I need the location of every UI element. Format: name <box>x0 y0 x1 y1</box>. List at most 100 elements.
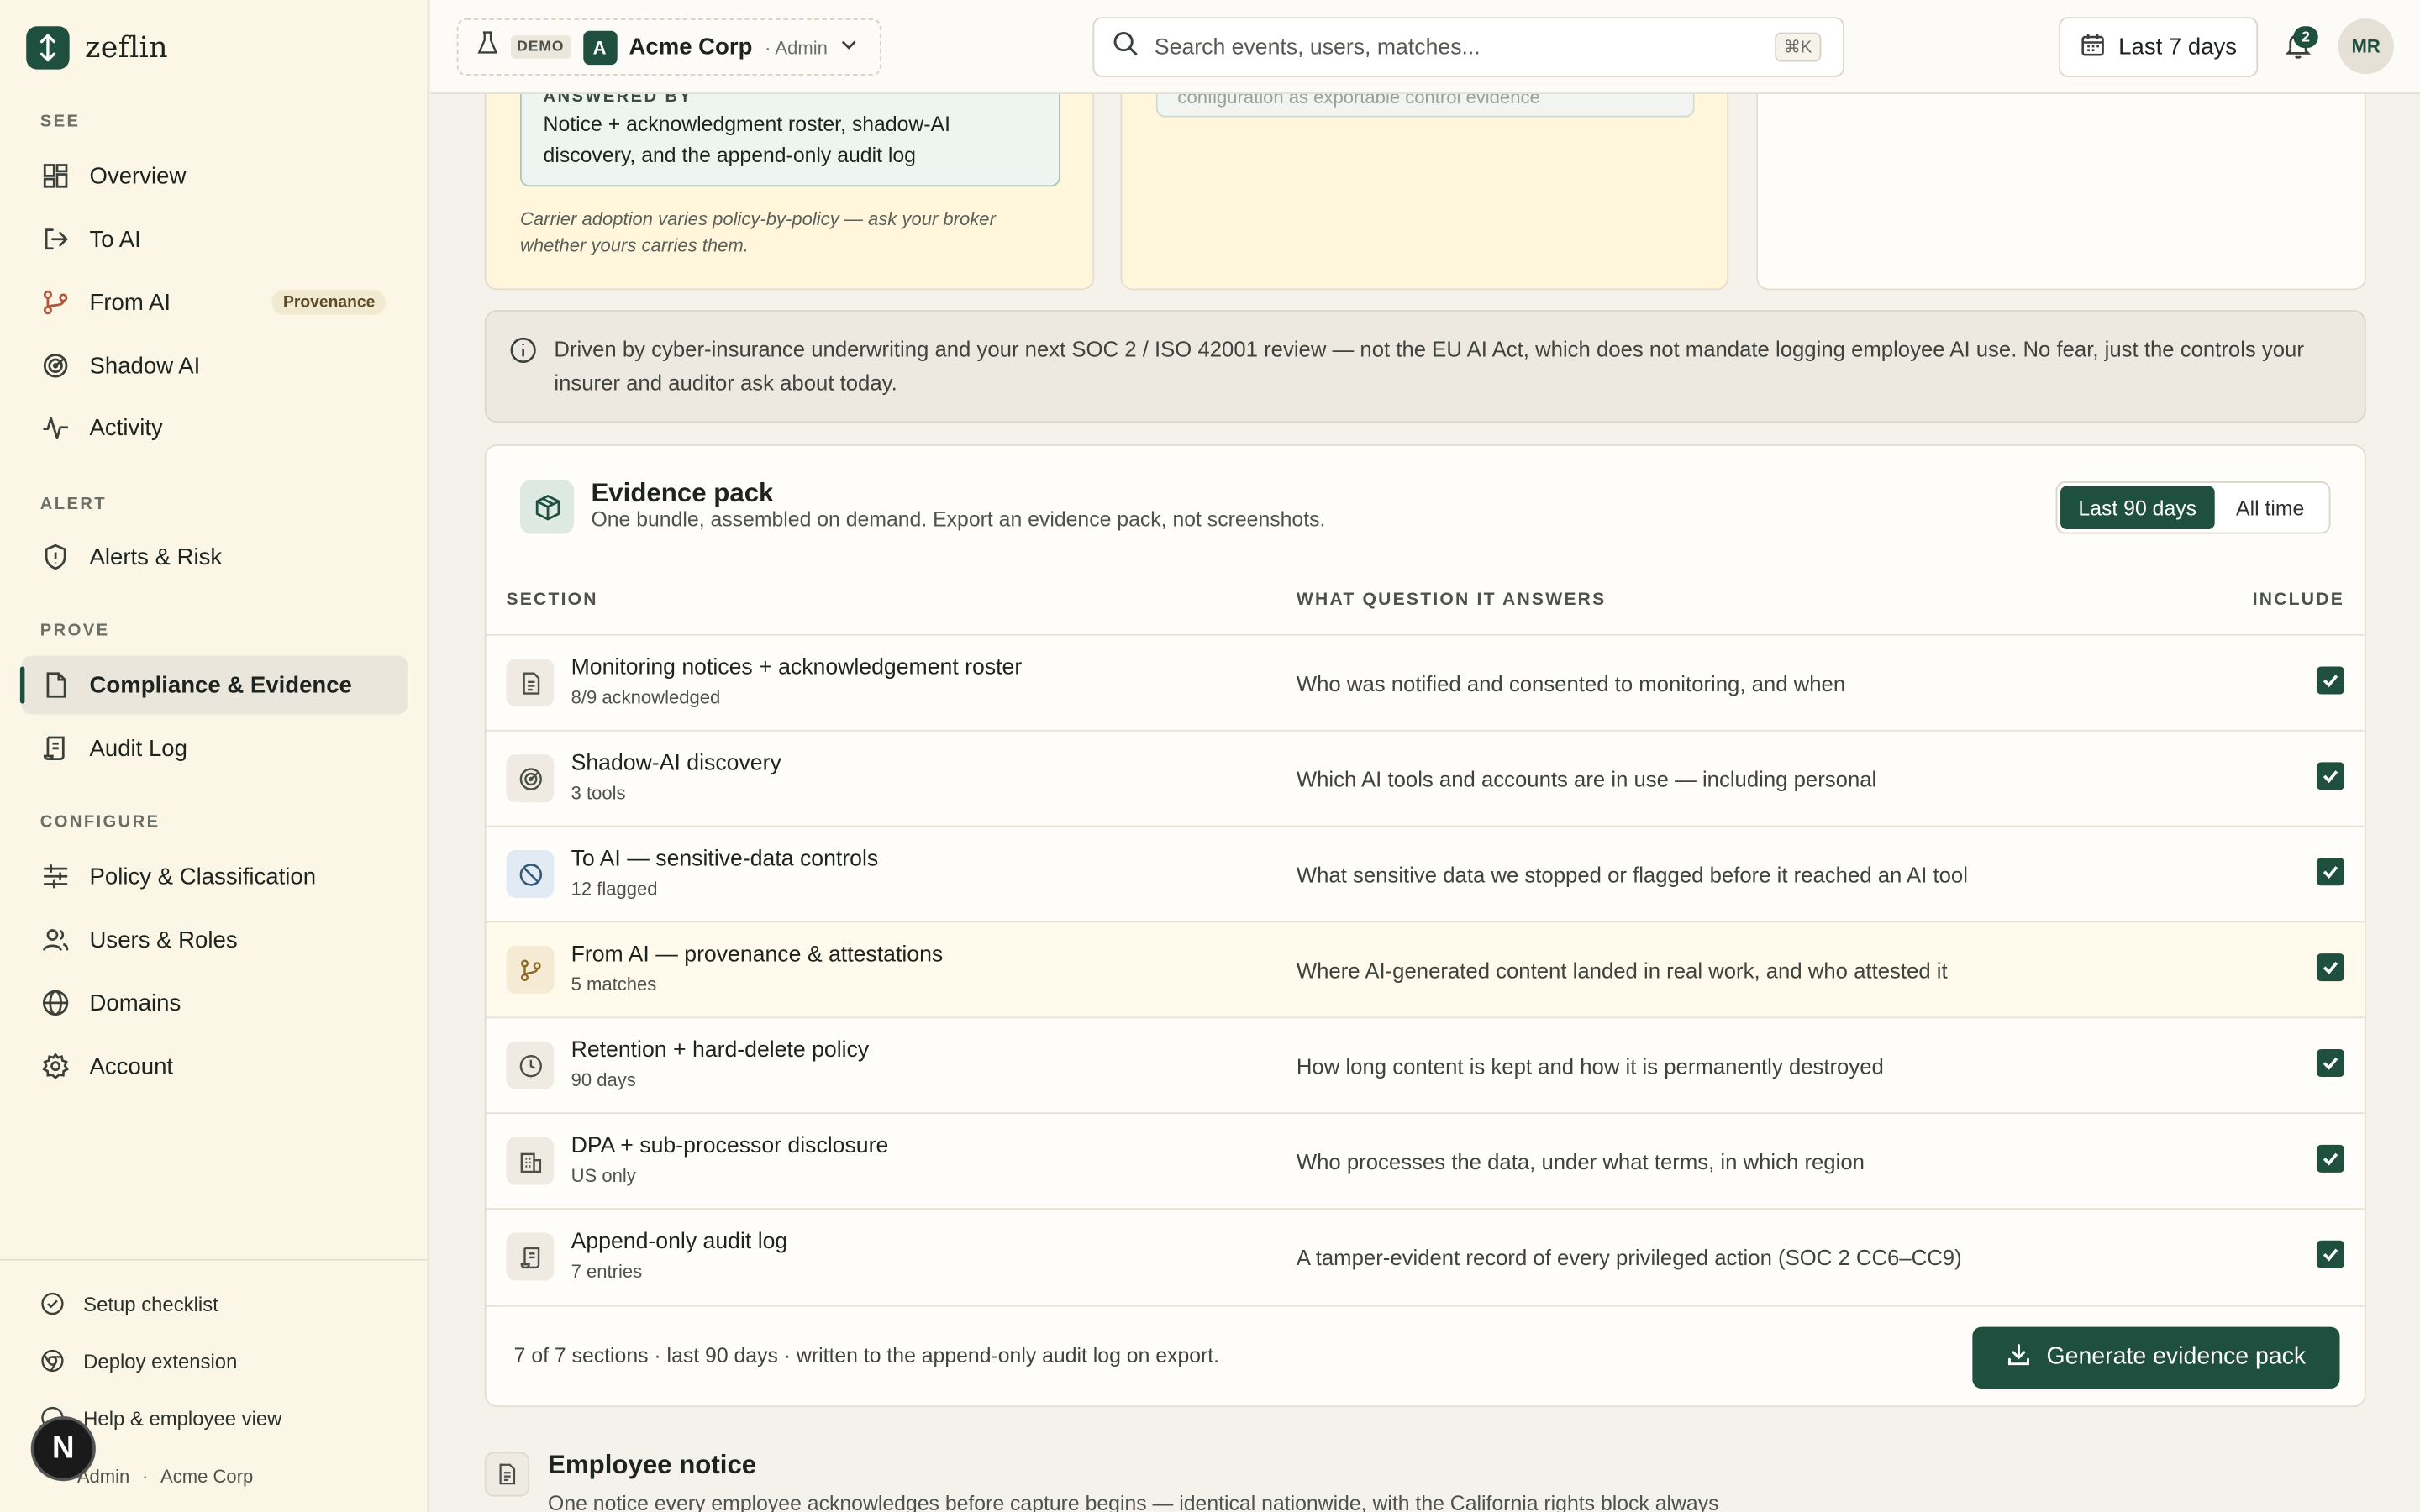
provenance-badge: Provenance <box>272 290 387 315</box>
table-row: Monitoring notices + acknowledgement ros… <box>486 633 2365 730</box>
row-meta: 3 tools <box>571 782 626 804</box>
range-toggle: Last 90 days All time <box>2055 481 2331 534</box>
date-range-label: Last 7 days <box>2118 34 2238 60</box>
building-icon <box>506 1137 555 1185</box>
search-input[interactable]: Search events, users, matches... ⌘K <box>1092 17 1844 77</box>
date-range-button[interactable]: Last 7 days <box>2059 17 2259 77</box>
coverage-card-right <box>1756 94 2366 291</box>
row-meta: 5 matches <box>571 973 657 995</box>
user-org: Acme Corp <box>160 1465 254 1488</box>
sidebar-item-label: Alerts & Risk <box>89 543 223 570</box>
main-content: ANSWERED BY Notice + acknowledgment rost… <box>430 94 2420 1512</box>
include-checkbox[interactable] <box>2316 1048 2345 1078</box>
row-question: Where AI-generated content landed in rea… <box>1296 958 1948 983</box>
block-icon <box>506 850 555 898</box>
check-circle-icon <box>40 1291 65 1315</box>
sidebar-item-policy[interactable]: Policy & Classification <box>22 847 408 906</box>
row-question: Which AI tools and accounts are in use —… <box>1296 766 1877 792</box>
chrome-icon <box>40 1348 65 1373</box>
sidebar-footer <box>0 1258 429 1261</box>
sliders-icon <box>40 861 71 892</box>
evidence-pack-subtitle: One bundle, assembled on demand. Export … <box>591 507 1326 531</box>
context-notice: Driven by cyber-insurance underwriting a… <box>484 310 2366 423</box>
sidebar: zeflin SEE Overview To AI From AI Proven… <box>0 0 429 1512</box>
sidebar-item-to-ai[interactable]: To AI <box>22 210 408 269</box>
range-option-all-time[interactable]: All time <box>2214 486 2326 529</box>
sidebar-item-shadow-ai[interactable]: Shadow AI <box>22 336 408 395</box>
table-row: DPA + sub-processor disclosure US only W… <box>486 1112 2365 1208</box>
avatar-letter: N <box>52 1431 75 1465</box>
row-title: Retention + hard-delete policy <box>571 1038 870 1063</box>
evidence-pack-card: Evidence pack One bundle, assembled on d… <box>484 444 2366 1408</box>
sidebar-item-overview[interactable]: Overview <box>22 146 408 205</box>
sidebar-item-account[interactable]: Account <box>22 1037 408 1095</box>
sidebar-item-label: Account <box>89 1053 174 1079</box>
setup-checklist-link[interactable]: Setup checklist <box>40 1291 218 1315</box>
radar-icon <box>40 350 71 381</box>
clock-icon <box>506 1041 555 1089</box>
sidebar-item-audit-log[interactable]: Audit Log <box>22 719 408 778</box>
include-checkbox[interactable] <box>2316 1240 2345 1268</box>
include-checkbox[interactable] <box>2316 762 2345 790</box>
sidebar-item-users[interactable]: Users & Roles <box>22 911 408 969</box>
radar-icon <box>506 754 555 803</box>
sidebar-item-label: Policy & Classification <box>89 863 317 890</box>
org-role: · Admin <box>765 36 828 58</box>
row-question: A tamper-evident record of every privile… <box>1296 1245 1962 1270</box>
topbar: DEMO A Acme Corp · Admin Search events, … <box>430 0 2420 95</box>
deploy-extension-label: Deploy extension <box>83 1349 238 1373</box>
brand[interactable]: zeflin <box>26 26 169 70</box>
include-checkbox[interactable] <box>2316 1144 2345 1173</box>
sidebar-item-domains[interactable]: Domains <box>22 974 408 1032</box>
sidebar-item-label: Domains <box>89 990 182 1016</box>
export-icon <box>40 223 71 255</box>
row-meta: 90 days <box>571 1068 636 1091</box>
sidebar-item-activity[interactable]: Activity <box>22 398 408 457</box>
branch-icon <box>506 945 555 994</box>
sidebar-item-label: Shadow AI <box>89 352 201 379</box>
row-title: From AI — provenance & attestations <box>571 942 944 968</box>
org-switcher[interactable]: DEMO A Acme Corp · Admin <box>456 18 881 76</box>
control-evidence-snippet: configuration as exportable control evid… <box>1155 94 1695 118</box>
sidebar-item-label: Activity <box>89 414 163 441</box>
employee-notice-title: Employee notice <box>548 1450 757 1480</box>
include-checkbox[interactable] <box>2316 953 2345 982</box>
row-question: Who was notified and consented to monito… <box>1296 670 1846 696</box>
table-row: Append-only audit log 7 entries A tamper… <box>486 1208 2365 1304</box>
search-icon <box>1113 30 1139 64</box>
carrier-note: Carrier adoption varies policy-by-policy… <box>519 207 996 256</box>
globe-icon <box>40 988 71 1019</box>
sidebar-item-compliance[interactable]: Compliance & Evidence <box>19 655 408 715</box>
range-option-last-90-days[interactable]: Last 90 days <box>2060 486 2215 529</box>
coverage-card-middle: configuration as exportable control evid… <box>1120 94 1729 291</box>
row-title: DPA + sub-processor disclosure <box>571 1133 889 1159</box>
column-header-section: SECTION <box>506 591 598 610</box>
evidence-pack-summary: 7 of 7 sections · last 90 days · written… <box>513 1343 1220 1368</box>
setup-checklist-label: Setup checklist <box>83 1292 218 1315</box>
sidebar-item-label: Users & Roles <box>89 926 238 953</box>
separator-dot: · <box>142 1465 149 1488</box>
generate-evidence-pack-label: Generate evidence pack <box>2046 1343 2307 1371</box>
generate-evidence-pack-button[interactable]: Generate evidence pack <box>1972 1326 2340 1389</box>
deploy-extension-link[interactable]: Deploy extension <box>40 1348 238 1373</box>
row-question: How long content is kept and how it is p… <box>1296 1053 1884 1079</box>
brand-name: zeflin <box>85 30 169 66</box>
user-role: Admin <box>76 1465 130 1488</box>
coverage-card-left: ANSWERED BY Notice + acknowledgment rost… <box>484 94 1095 291</box>
include-checkbox[interactable] <box>2316 666 2345 695</box>
calendar-icon <box>2080 32 2104 63</box>
activity-icon <box>40 412 71 443</box>
user-avatar[interactable]: MR <box>2338 18 2394 75</box>
table-row: To AI — sensitive-data controls 12 flagg… <box>486 825 2365 921</box>
scroll-icon <box>40 732 71 764</box>
package-icon <box>519 480 575 534</box>
document-icon <box>40 669 71 701</box>
row-title: Monitoring notices + acknowledgement ros… <box>571 655 1023 680</box>
answered-by-box: ANSWERED BY Notice + acknowledgment rost… <box>519 94 1060 187</box>
evidence-pack-title: Evidence pack <box>591 478 774 508</box>
branch-icon <box>40 287 71 318</box>
download-icon <box>2007 1341 2031 1374</box>
sidebar-item-alerts[interactable]: Alerts & Risk <box>22 528 408 586</box>
include-checkbox[interactable] <box>2316 858 2345 886</box>
sidebar-item-from-ai[interactable]: From AI Provenance <box>22 273 408 332</box>
